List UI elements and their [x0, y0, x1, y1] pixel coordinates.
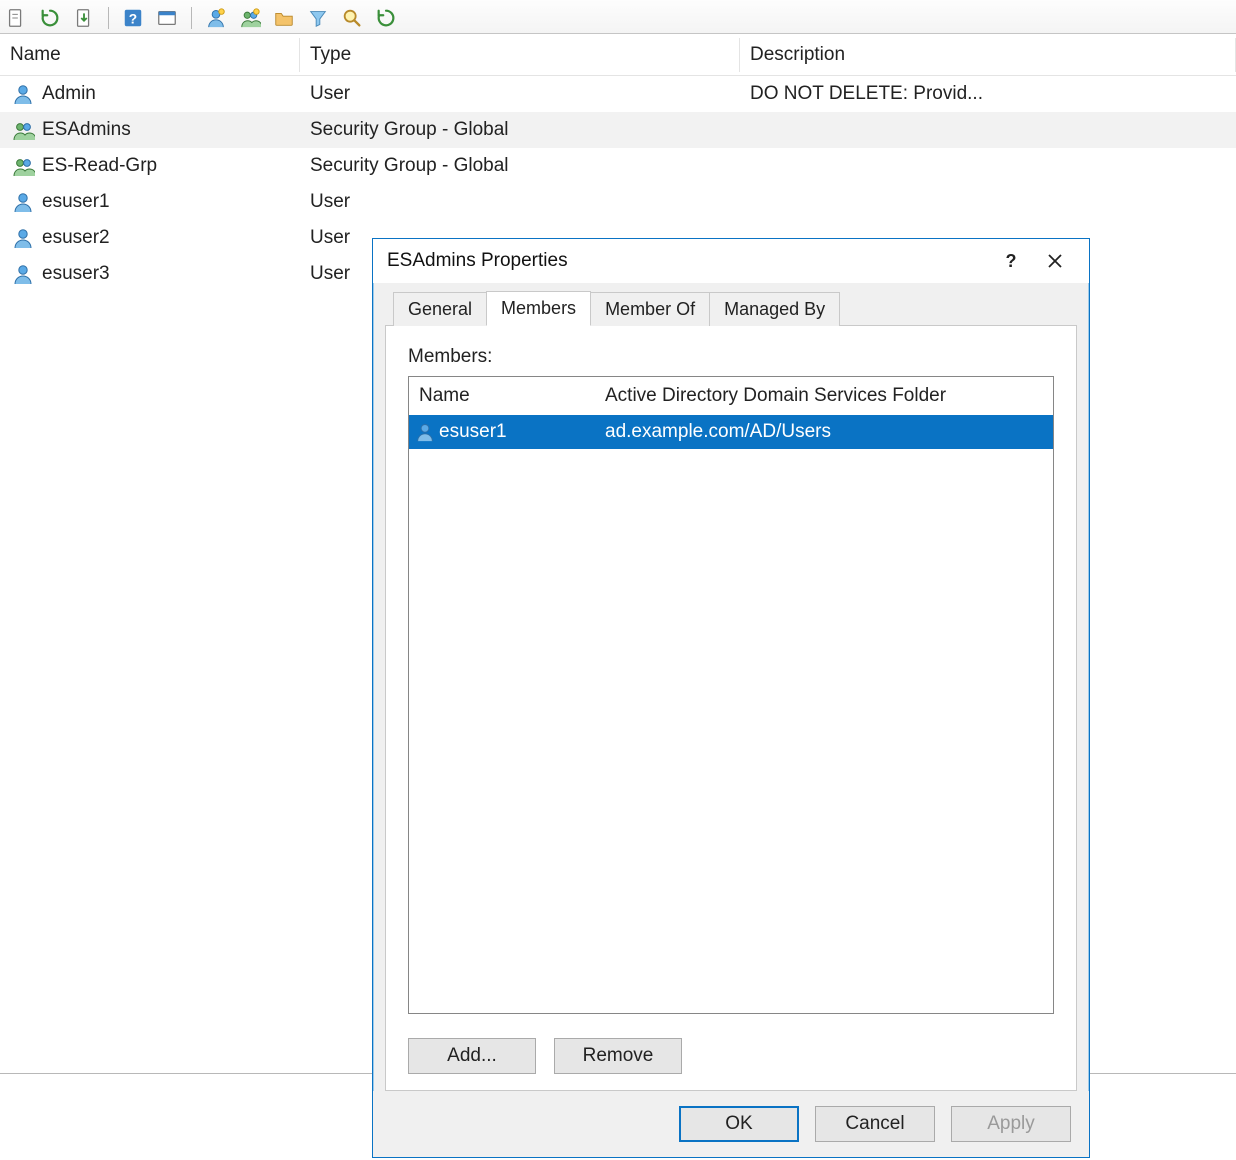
row-name: esuser1	[42, 191, 110, 213]
members-label: Members:	[408, 346, 1054, 368]
row-description	[740, 160, 1236, 172]
user-icon	[10, 225, 36, 251]
user-icon	[409, 421, 437, 443]
list-row[interactable]: Admin UserDO NOT DELETE: Provid...	[0, 76, 1236, 112]
refresh-icon[interactable]	[38, 6, 62, 30]
cancel-button[interactable]: Cancel	[815, 1106, 935, 1142]
list-row[interactable]: ES-Read-Grp Security Group - Global	[0, 148, 1236, 184]
export-icon[interactable]	[72, 6, 96, 30]
members-rows: esuser1ad.example.com/AD/Users	[409, 415, 1053, 1013]
column-header-name[interactable]: Name	[0, 38, 300, 72]
row-name: esuser2	[42, 227, 110, 249]
toolbar-separator	[108, 7, 109, 29]
apply-button[interactable]: Apply	[951, 1106, 1071, 1142]
toolbar-separator	[191, 7, 192, 29]
dialog-footer: OK Cancel Apply	[373, 1091, 1089, 1157]
member-folder: ad.example.com/AD/Users	[599, 421, 1053, 443]
properties-dialog: ESAdmins Properties General Members Memb…	[372, 238, 1090, 1158]
row-description: DO NOT DELETE: Provid...	[740, 77, 1236, 111]
user-icon	[10, 81, 36, 107]
members-col-folder[interactable]: Active Directory Domain Services Folder	[599, 385, 1053, 407]
user-icon	[10, 189, 36, 215]
tab-managed-by[interactable]: Managed By	[709, 292, 840, 326]
tab-general[interactable]: General	[393, 292, 487, 326]
tab-bar: General Members Member Of Managed By	[385, 291, 1077, 325]
add-group-icon[interactable]	[238, 6, 262, 30]
column-header-type[interactable]: Type	[300, 38, 740, 72]
toolbar	[0, 0, 1236, 34]
dialog-titlebar[interactable]: ESAdmins Properties	[373, 239, 1089, 283]
members-col-name[interactable]: Name	[409, 385, 599, 407]
list-row[interactable]: ESAdmins Security Group - Global	[0, 112, 1236, 148]
row-name: esuser3	[42, 263, 110, 285]
member-row[interactable]: esuser1ad.example.com/AD/Users	[409, 415, 1053, 449]
dialog-body: General Members Member Of Managed By Mem…	[373, 283, 1089, 1091]
ok-button[interactable]: OK	[679, 1106, 799, 1142]
row-description	[740, 124, 1236, 136]
row-type: Security Group - Global	[300, 149, 740, 183]
search-icon[interactable]	[340, 6, 364, 30]
help-icon[interactable]	[121, 6, 145, 30]
user-list-panel: Name Type Description AdminUserDO NOT DE…	[0, 34, 1236, 1074]
dialog-help-button[interactable]	[989, 245, 1033, 277]
members-listbox[interactable]: Name Active Directory Domain Services Fo…	[408, 376, 1054, 1014]
user-icon	[10, 261, 36, 287]
dialog-close-button[interactable]	[1033, 245, 1077, 277]
list-header: Name Type Description	[0, 34, 1236, 76]
remove-button[interactable]: Remove	[554, 1038, 682, 1074]
list-row[interactable]: esuser1 User	[0, 184, 1236, 220]
row-type: Security Group - Global	[300, 113, 740, 147]
row-type: User	[300, 185, 740, 219]
members-header: Name Active Directory Domain Services Fo…	[409, 377, 1053, 415]
add-ou-icon[interactable]	[272, 6, 296, 30]
column-header-description[interactable]: Description	[740, 38, 1236, 72]
filter-icon[interactable]	[306, 6, 330, 30]
add-user-icon[interactable]	[204, 6, 228, 30]
row-name: ESAdmins	[42, 119, 131, 141]
row-name: ES-Read-Grp	[42, 155, 157, 177]
row-name: Admin	[42, 83, 96, 105]
member-name: esuser1	[437, 421, 599, 443]
group-icon	[10, 117, 36, 143]
row-description	[740, 196, 1236, 208]
row-type: User	[300, 77, 740, 111]
add-button[interactable]: Add...	[408, 1038, 536, 1074]
properties-icon[interactable]	[155, 6, 179, 30]
reload-icon[interactable]	[374, 6, 398, 30]
members-button-row: Add... Remove	[408, 1038, 1054, 1074]
document-icon[interactable]	[4, 6, 28, 30]
tab-members[interactable]: Members	[486, 291, 591, 326]
tab-member-of[interactable]: Member Of	[590, 292, 710, 326]
dialog-title: ESAdmins Properties	[387, 250, 989, 272]
group-icon	[10, 153, 36, 179]
tab-panel-members: Members: Name Active Directory Domain Se…	[385, 325, 1077, 1091]
